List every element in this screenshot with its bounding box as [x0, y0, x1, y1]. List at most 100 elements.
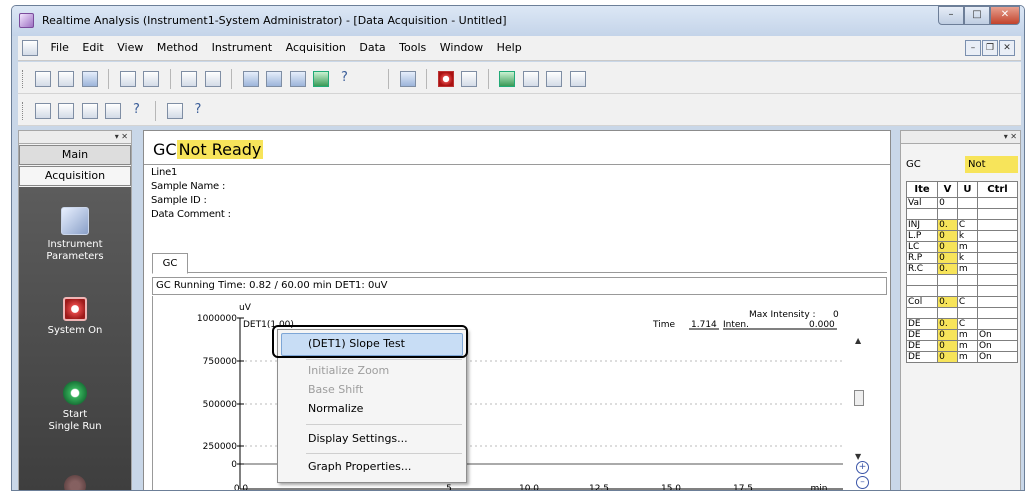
chromatogram-graph[interactable]: 1000000 750000 500000 250000 0 0.0 5 10.0 12.5 1…	[152, 296, 888, 491]
zoom-in-icon[interactable]: +	[856, 461, 869, 474]
tab-main[interactable]: Main	[19, 145, 131, 165]
table-row: Val 0	[905, 197, 1019, 209]
toolbar-separator	[169, 69, 171, 89]
menu-view[interactable]: View	[112, 36, 148, 60]
window-list-icon[interactable]	[166, 103, 183, 119]
menu-file[interactable]: File	[46, 36, 74, 60]
start-run-toolbar-icon[interactable]	[499, 71, 515, 87]
menu-instrument[interactable]: Instrument	[207, 36, 278, 60]
minimize-button[interactable]: –	[938, 6, 964, 25]
view-monitor-icon[interactable]	[313, 71, 329, 87]
scroll-thumb[interactable]	[854, 390, 864, 406]
table-row: DE 0. C	[905, 318, 1019, 330]
mdi-restore-button[interactable]: ❐	[982, 40, 998, 56]
item-label: Instrument	[47, 239, 103, 250]
zoom-toolbar-icon[interactable]	[546, 71, 562, 87]
table-cell: 0.	[937, 296, 958, 308]
save-icon[interactable]	[81, 71, 98, 87]
table-cell: m	[956, 263, 978, 275]
menu-item-initialize-zoom[interactable]: Initialize Zoom	[308, 362, 389, 380]
menu-acquisition[interactable]: Acquisition	[281, 36, 351, 60]
tab-gc[interactable]: GC	[152, 253, 188, 274]
panel-header[interactable]: ▾ ✕	[19, 131, 131, 144]
layout-icon[interactable]	[204, 71, 221, 87]
menu-item-graph-properties[interactable]: Graph Properties...	[308, 458, 411, 476]
mdi-minimize-button[interactable]: –	[965, 40, 981, 56]
menu-window[interactable]: Window	[435, 36, 488, 60]
edit-toolbar-icon[interactable]	[569, 71, 586, 87]
acquisition-mode-icon[interactable]	[399, 71, 416, 87]
scroll-up-icon[interactable]: ▲	[855, 336, 861, 345]
y-tick-label: 750000	[203, 357, 238, 367]
table-cell[interactable]: On	[976, 351, 1019, 363]
table-cell[interactable]: On	[976, 340, 1019, 352]
print-icon[interactable]	[119, 71, 136, 87]
toolbar-grip[interactable]	[22, 102, 25, 120]
method-icon[interactable]	[34, 103, 51, 119]
menu-item-normalize[interactable]: Normalize	[308, 400, 363, 418]
assistant-bar: ▾ ✕ Main Acquisition Instrument Paramete…	[18, 130, 132, 490]
status-prefix: GC	[153, 140, 177, 159]
table-row: DE 0 m On	[905, 340, 1019, 352]
help-icon[interactable]: ?	[337, 71, 353, 87]
menu-edit[interactable]: Edit	[77, 36, 108, 60]
close-button[interactable]: ✕	[990, 6, 1020, 25]
table-cell: L.P	[905, 230, 939, 242]
view-grid-icon[interactable]	[266, 71, 282, 87]
export-icon[interactable]	[105, 103, 121, 119]
table-cell: DE	[905, 340, 939, 352]
system-on-button[interactable]: System On	[19, 297, 131, 337]
start-single-run-button[interactable]: Start Single Run	[19, 381, 131, 433]
y-tick-label: 500000	[203, 400, 238, 410]
help-icon[interactable]: ?	[190, 103, 206, 119]
start-single-run-icon	[63, 381, 87, 405]
table-cell	[905, 208, 939, 220]
menu-method[interactable]: Method	[152, 36, 203, 60]
table-cell: 0	[937, 241, 958, 253]
tab-acquisition[interactable]: Acquisition	[19, 166, 131, 186]
graph-scrollbar[interactable]: ▲ ▼	[851, 298, 867, 476]
stop-run-toolbar-icon[interactable]	[522, 71, 539, 87]
menu-help[interactable]: Help	[492, 36, 527, 60]
menu-item-display-settings[interactable]: Display Settings...	[308, 430, 408, 448]
stop-button[interactable]	[19, 475, 131, 490]
line-label: Line1	[151, 167, 178, 178]
open-file-icon[interactable]	[58, 71, 74, 87]
data-acquisition-window: GC Not Ready Line1 Sample Name : Sample I…	[143, 130, 891, 491]
col-header: V	[937, 181, 958, 198]
main-toolbar: ?	[18, 62, 1021, 94]
menu-separator	[306, 424, 462, 425]
view-panel-icon[interactable]	[242, 71, 259, 87]
help-icon[interactable]: ?	[129, 103, 145, 119]
view-chart-icon[interactable]	[289, 71, 306, 87]
zoom-out-icon[interactable]: –	[856, 476, 869, 489]
scroll-down-icon[interactable]: ▼	[855, 452, 861, 461]
toolbar-grip[interactable]	[22, 70, 25, 88]
window-title: Realtime Analysis (Instrument1-System Ad…	[42, 14, 507, 27]
report-icon[interactable]	[81, 103, 98, 119]
batch-icon[interactable]	[58, 103, 74, 119]
maximize-button[interactable]: □	[964, 6, 990, 25]
app-icon[interactable]	[19, 13, 34, 28]
menu-tools[interactable]: Tools	[394, 36, 431, 60]
new-file-icon[interactable]	[34, 71, 51, 87]
panel-header[interactable]: ▾ ✕	[901, 131, 1020, 144]
system-off-toolbar-icon[interactable]	[461, 71, 477, 87]
table-cell[interactable]: On	[976, 329, 1019, 341]
y-tick-label: 1000000	[197, 314, 237, 324]
mdi-close-button[interactable]: ✕	[999, 40, 1015, 56]
table-cell: 0	[937, 340, 958, 352]
instrument-parameters-button[interactable]: Instrument Parameters	[19, 207, 131, 263]
menu-data[interactable]: Data	[354, 36, 390, 60]
item-label: Start	[62, 409, 88, 420]
system-on-toolbar-icon[interactable]	[437, 71, 454, 87]
chromatogram-svg[interactable]: 1000000 750000 500000 250000 0 0.0 5 10.0 12.5 1…	[153, 296, 888, 491]
copy-icon[interactable]	[181, 71, 197, 87]
print-preview-icon[interactable]	[143, 71, 159, 87]
table-cell: 0.	[937, 318, 958, 330]
menu-item-base-shift[interactable]: Base Shift	[308, 381, 363, 399]
document-icon[interactable]	[22, 40, 38, 56]
table-cell: 0.	[937, 263, 958, 275]
max-intensity-label: Max Intensity :	[749, 310, 816, 320]
y-tick-label: 0	[231, 460, 237, 470]
